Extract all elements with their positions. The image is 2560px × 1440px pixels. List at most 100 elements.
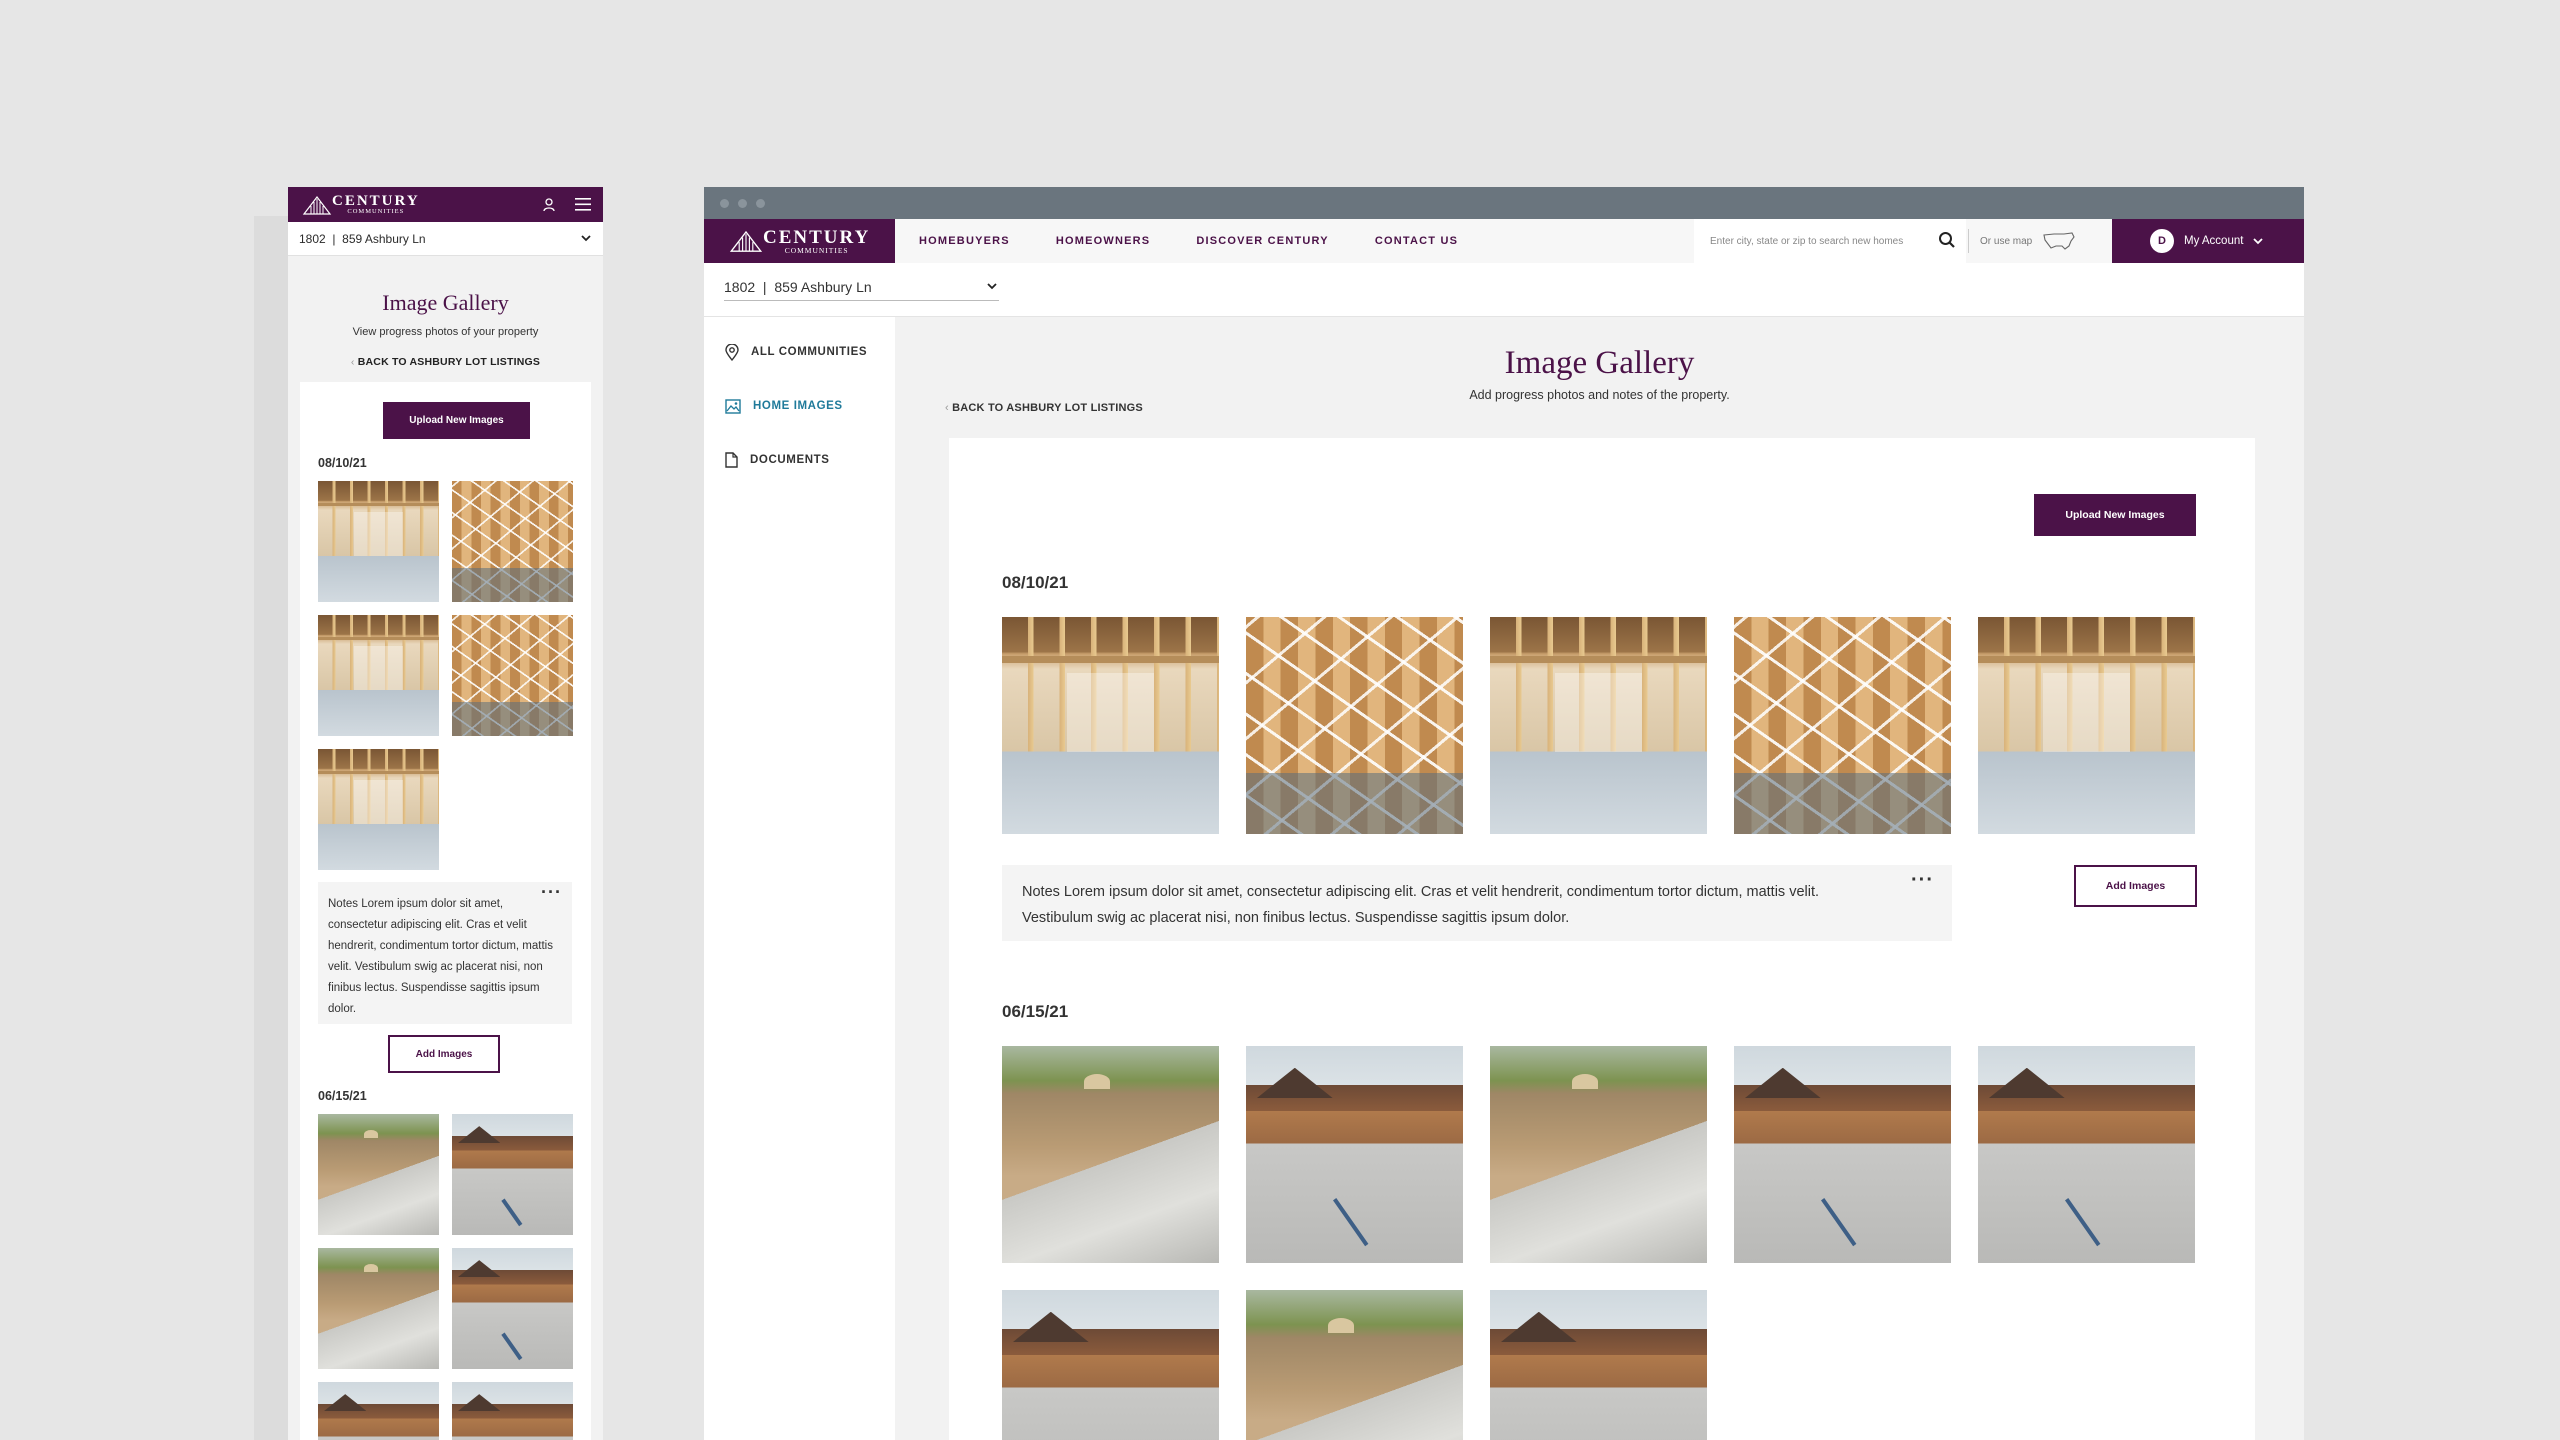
- gallery-image[interactable]: [318, 481, 439, 602]
- page-title: Image Gallery: [1504, 345, 1695, 381]
- window-maximize-dot[interactable]: [756, 198, 765, 208]
- gallery-image[interactable]: [1734, 1046, 1951, 1263]
- sidebar-item-label: ALL COMMUNITIES: [751, 346, 868, 358]
- nav-item-contact-us[interactable]: CONTACT US: [1375, 235, 1458, 247]
- upload-images-button[interactable]: Upload New Images: [2034, 494, 2196, 536]
- gallery-image[interactable]: [318, 1248, 439, 1369]
- browser-chrome: [704, 187, 2304, 219]
- account-label: My Account: [2184, 235, 2244, 247]
- logo-title: CENTURY: [332, 192, 420, 209]
- more-options-icon[interactable]: ···: [1911, 867, 1934, 893]
- gallery-row: [1002, 1046, 2195, 1263]
- hamburger-menu-icon[interactable]: [575, 198, 591, 211]
- gallery-image[interactable]: [1002, 1290, 1219, 1440]
- back-link[interactable]: ‹ BACK TO ASHBURY LOT LISTINGS: [288, 356, 603, 368]
- gallery-image[interactable]: [1246, 1046, 1463, 1263]
- chevron-left-icon: ‹: [350, 356, 358, 368]
- back-link-label: BACK TO ASHBURY LOT LISTINGS: [952, 402, 1143, 414]
- sidebar-item-documents[interactable]: DOCUMENTS: [704, 433, 895, 487]
- search-icon[interactable]: [1938, 231, 1956, 249]
- sidebar: ALL COMMUNITIES HOME IMAGES DOCUMENTS: [704, 317, 895, 1440]
- logo-mark-icon: [302, 195, 332, 215]
- avatar: D: [2150, 229, 2174, 253]
- window-close-dot[interactable]: [720, 198, 729, 208]
- nav-item-discover-century[interactable]: DISCOVER CENTURY: [1196, 235, 1328, 247]
- mobile-mockup: CENTURY COMMUNITIES 1802 | 859 Ashbury L…: [288, 187, 603, 1440]
- upload-images-button[interactable]: Upload New Images: [383, 402, 530, 439]
- property-bar: 1802 | 859 Ashbury Ln: [704, 263, 2304, 317]
- gallery-image[interactable]: [318, 749, 439, 870]
- nav-item-homebuyers[interactable]: HOMEBUYERS: [919, 235, 1010, 247]
- gallery-date: 08/10/21: [1002, 573, 1069, 592]
- notes-text-line: Vestibulum swig ac placerat nisi, non fi…: [1022, 910, 1570, 926]
- sidebar-item-label: HOME IMAGES: [753, 400, 843, 412]
- main-nav: CENTURY COMMUNITIES HOMEBUYERS HOMEOWNER…: [704, 219, 2304, 263]
- sidebar-item-all-communities[interactable]: ALL COMMUNITIES: [704, 325, 895, 379]
- account-menu[interactable]: D My Account: [2112, 219, 2304, 263]
- nav-menu: HOMEBUYERS HOMEOWNERS DISCOVER CENTURY C…: [919, 235, 1458, 247]
- gallery-row: [1002, 617, 2195, 834]
- gallery-image[interactable]: [1246, 1290, 1463, 1440]
- more-options-icon[interactable]: ···: [541, 882, 562, 903]
- gallery-image[interactable]: [1490, 1046, 1707, 1263]
- page-title: Image Gallery: [382, 290, 509, 315]
- nav-item-homeowners[interactable]: HOMEOWNERS: [1056, 235, 1151, 247]
- back-link[interactable]: ‹ BACK TO ASHBURY LOT LISTINGS: [945, 402, 1143, 414]
- gallery-date: 06/15/21: [318, 1089, 367, 1103]
- window-minimize-dot[interactable]: [738, 198, 747, 208]
- gallery-card: Upload New Images 08/10/21 ··· Notes Lor…: [300, 382, 591, 1440]
- property-select[interactable]: 1802 | 859 Ashbury Ln: [288, 222, 603, 256]
- sidebar-item-label: DOCUMENTS: [750, 454, 830, 466]
- gallery-image[interactable]: [1490, 617, 1707, 834]
- gallery-image[interactable]: [1490, 1290, 1707, 1440]
- property-select[interactable]: 1802 | 859 Ashbury Ln: [724, 273, 999, 301]
- notes-text: Notes Lorem ipsum dolor sit amet, consec…: [328, 898, 553, 1015]
- gallery-image[interactable]: [1246, 617, 1463, 834]
- notes-box: ··· Notes Lorem ipsum dolor sit amet, co…: [318, 882, 572, 1024]
- gallery-image[interactable]: [318, 615, 439, 736]
- gallery-card: Upload New Images 08/10/21 ··· Notes Lor…: [949, 438, 2255, 1440]
- image-icon: [725, 398, 741, 414]
- back-link-label: BACK TO ASHBURY LOT LISTINGS: [357, 356, 541, 368]
- gallery-image[interactable]: [1002, 617, 1219, 834]
- logo-subtitle: COMMUNITIES: [347, 207, 405, 215]
- gallery-image[interactable]: [452, 1114, 573, 1235]
- add-images-button[interactable]: Add Images: [2074, 865, 2197, 907]
- gallery-image[interactable]: [1002, 1046, 1219, 1263]
- sidebar-item-home-images[interactable]: HOME IMAGES: [704, 379, 895, 433]
- gallery-grid: [318, 481, 573, 870]
- gallery-image[interactable]: [452, 615, 573, 736]
- gallery-image[interactable]: [452, 1248, 573, 1369]
- gallery-grid: [318, 1114, 573, 1440]
- gallery-image[interactable]: [1978, 1046, 2195, 1263]
- property-select-value: 1802 | 859 Ashbury Ln: [299, 231, 426, 246]
- gallery-date: 08/10/21: [318, 456, 367, 470]
- gallery-image[interactable]: [1734, 617, 1951, 834]
- document-icon: [725, 452, 738, 468]
- gallery-row: [1002, 1290, 1707, 1440]
- location-pin-icon: [725, 343, 739, 361]
- gallery-date: 06/15/21: [1002, 1002, 1069, 1021]
- user-icon[interactable]: [543, 197, 555, 212]
- gallery-image[interactable]: [452, 1382, 573, 1440]
- chevron-down-icon: [987, 283, 997, 290]
- gallery-image[interactable]: [1978, 617, 2195, 834]
- logo-subtitle: COMMUNITIES: [784, 245, 849, 255]
- logo-mark-icon: [729, 230, 763, 252]
- logo-title: CENTURY: [763, 226, 871, 248]
- chevron-down-icon: [581, 235, 591, 242]
- search-placeholder: Enter city, state or zip to search new h…: [1710, 235, 1904, 247]
- add-images-button[interactable]: Add Images: [388, 1035, 500, 1073]
- desktop-mockup: CENTURY COMMUNITIES HOMEBUYERS HOMEOWNER…: [704, 187, 2304, 1440]
- map-search[interactable]: Or use map: [1968, 219, 2076, 263]
- search-input[interactable]: Enter city, state or zip to search new h…: [1694, 219, 1966, 263]
- chevron-down-icon: [2253, 237, 2264, 244]
- divider: [1968, 229, 1969, 253]
- gallery-image[interactable]: [318, 1114, 439, 1235]
- gallery-image[interactable]: [452, 481, 573, 602]
- mobile-header: CENTURY COMMUNITIES: [288, 187, 603, 222]
- brand-logo[interactable]: CENTURY COMMUNITIES: [302, 192, 420, 216]
- gallery-image[interactable]: [318, 1382, 439, 1440]
- map-label: Or use map: [1980, 235, 2033, 247]
- brand-logo[interactable]: CENTURY COMMUNITIES: [704, 219, 895, 263]
